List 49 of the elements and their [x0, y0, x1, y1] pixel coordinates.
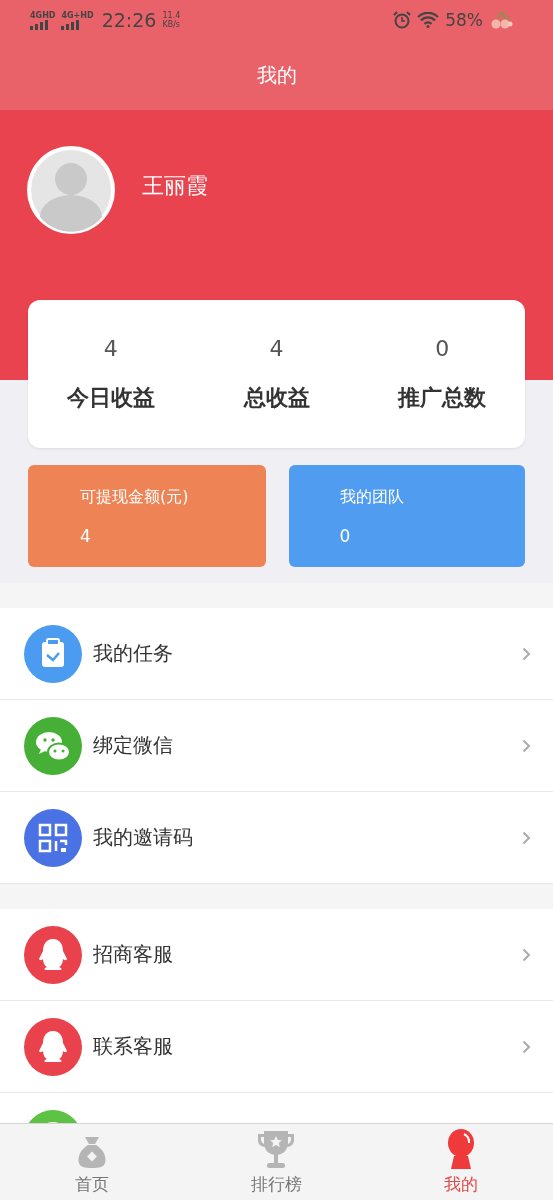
- penguin-icon: [24, 1017, 82, 1076]
- menu-label: 我的邀请码: [93, 824, 194, 851]
- stat-label: 总收益: [243, 383, 310, 412]
- signal-icon: [61, 19, 82, 30]
- clipboard-check-icon: [24, 624, 82, 683]
- menu-item[interactable]: 绑定微信: [0, 700, 553, 792]
- card-label: 可提现金额(元): [80, 486, 190, 508]
- stat-value: 0: [435, 335, 450, 361]
- page-title: 我的: [256, 61, 297, 89]
- chevron-right-icon: [522, 947, 531, 962]
- status-time: 22:26: [101, 9, 157, 31]
- network-speed: 11.4: [162, 11, 181, 20]
- menu-label: 联系客服: [93, 1033, 174, 1060]
- menu-label: 绑定微信: [93, 732, 174, 759]
- chevron-right-icon: [522, 646, 531, 661]
- stat-value: 4: [103, 335, 118, 361]
- tab-label: 我的: [443, 1173, 478, 1196]
- alarm-icon: [393, 11, 412, 29]
- network-label: 4GHD: [30, 10, 56, 20]
- menu-item[interactable]: 我的邀请码: [0, 792, 553, 884]
- cherry-icon: [489, 10, 513, 30]
- network-label: 4G+HD: [61, 10, 94, 20]
- signal-icon: [30, 19, 50, 30]
- card-value: 0: [339, 525, 352, 546]
- tab-label: 首页: [75, 1173, 110, 1196]
- menu-item[interactable]: 招商客服: [0, 909, 553, 1001]
- tab-label: 排行榜: [251, 1173, 302, 1196]
- wifi-icon: [417, 12, 440, 28]
- chat-bubbles-icon: [24, 716, 82, 775]
- stat-label: 推广总数: [398, 383, 487, 412]
- menu-label: 招商客服: [93, 941, 174, 968]
- tab-item[interactable]: 首页: [27, 1124, 158, 1200]
- qr-code-icon: [24, 808, 82, 867]
- speed-unit: KB/s: [162, 20, 181, 29]
- user-name: 王丽霞: [142, 172, 208, 200]
- chevron-right-icon: [522, 830, 531, 845]
- chevron-right-icon: [522, 1039, 531, 1054]
- stat-label: 今日收益: [66, 383, 155, 412]
- card-value: 4: [80, 525, 92, 546]
- tab-item[interactable]: 我的: [395, 1124, 526, 1200]
- menu-label: 我的任务: [93, 640, 174, 667]
- tab-item[interactable]: 排行榜: [211, 1124, 342, 1200]
- stat-value: 4: [269, 335, 284, 361]
- card-label: 我的团队: [339, 486, 405, 508]
- chevron-right-icon: [522, 738, 531, 753]
- menu-item[interactable]: 我的任务: [0, 608, 553, 700]
- menu-item[interactable]: 联系客服: [0, 1001, 553, 1093]
- battery-level: 58%: [445, 10, 483, 30]
- penguin-icon: [24, 925, 82, 984]
